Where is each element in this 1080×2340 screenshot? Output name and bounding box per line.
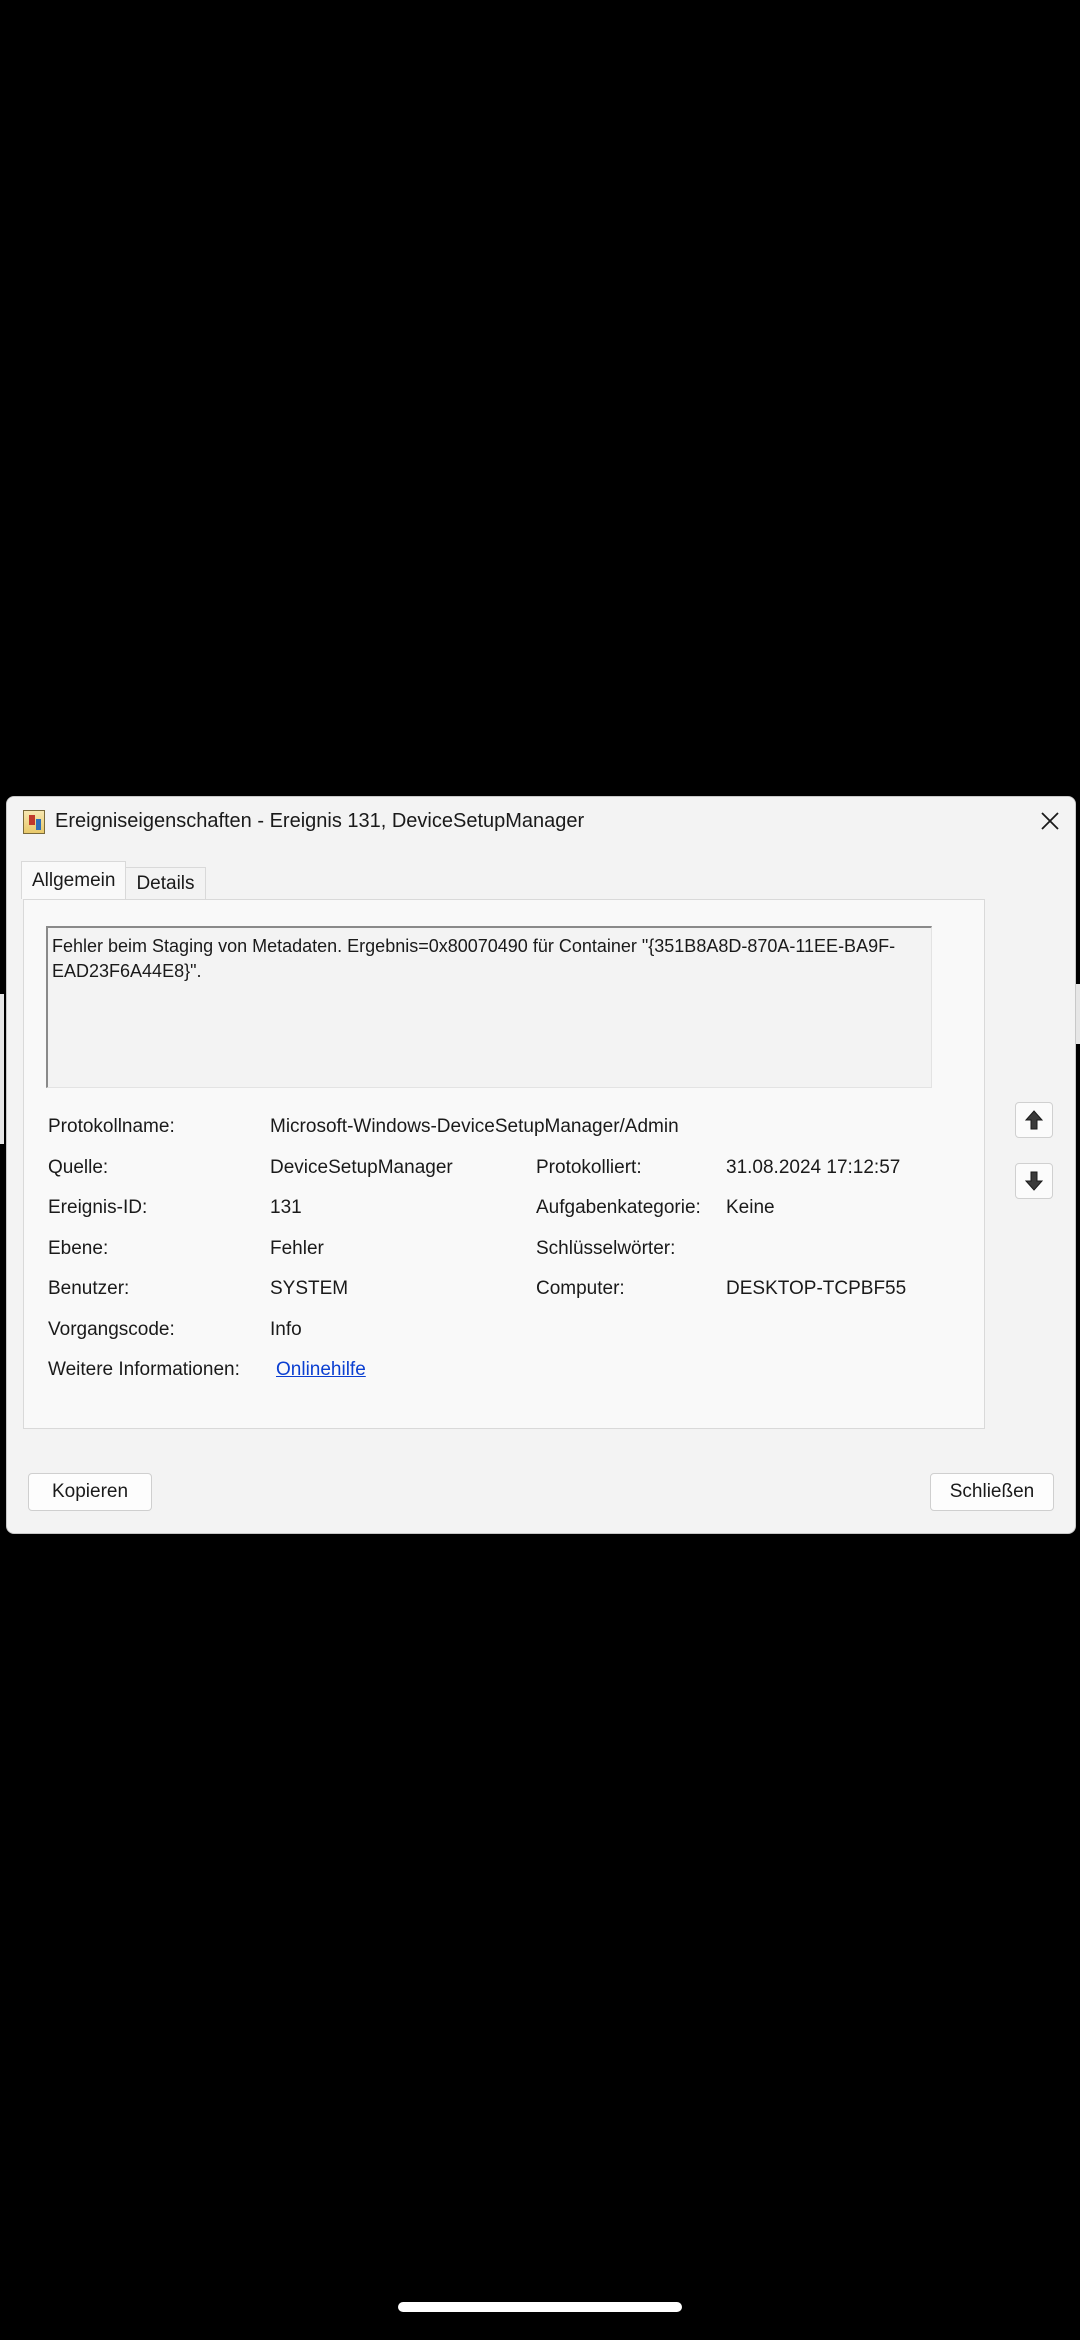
value-benutzer: SYSTEM xyxy=(270,1278,349,1299)
tab-allgemein[interactable]: Allgemein xyxy=(21,861,127,899)
copy-button[interactable]: Kopieren xyxy=(28,1473,152,1511)
event-message-textbox[interactable]: Fehler beim Staging von Metadaten. Ergeb… xyxy=(46,926,932,1088)
label-protokolliert: Protokolliert: xyxy=(536,1157,642,1178)
home-indicator[interactable] xyxy=(398,2302,682,2312)
value-protokolliert: 31.08.2024 17:12:57 xyxy=(726,1157,901,1178)
previous-event-button[interactable] xyxy=(1015,1102,1053,1138)
label-aufgabenkategorie: Aufgabenkategorie: xyxy=(536,1197,701,1218)
label-weitere-informationen: Weitere Informationen: xyxy=(48,1359,240,1380)
label-quelle: Quelle: xyxy=(48,1157,109,1178)
background-window-edge-left xyxy=(0,994,4,1144)
label-vorgangscode: Vorgangscode: xyxy=(48,1319,175,1340)
tab-details[interactable]: Details xyxy=(126,867,206,899)
dialog-title: Ereigniseigenschaften - Ereignis 131, De… xyxy=(55,810,585,832)
arrow-up-icon xyxy=(1024,1110,1044,1130)
label-computer: Computer: xyxy=(536,1278,625,1299)
label-schluesselwoerter: Schlüsselwörter: xyxy=(536,1238,676,1259)
screen: Ereigniseigenschaften - Ereignis 131, De… xyxy=(0,0,1080,2340)
value-protokollname: Microsoft-Windows-DeviceSetupManager/Adm… xyxy=(270,1116,679,1137)
close-button[interactable] xyxy=(1033,804,1067,838)
event-properties-dialog: Ereigniseigenschaften - Ereignis 131, De… xyxy=(6,796,1076,1534)
label-ebene: Ebene: xyxy=(48,1238,109,1259)
label-protokollname: Protokollname: xyxy=(48,1116,175,1137)
label-ereignis-id: Ereignis-ID: xyxy=(48,1197,148,1218)
tab-bar: Allgemein Details xyxy=(21,861,206,899)
value-ereignis-id: 131 xyxy=(270,1197,302,1218)
value-aufgabenkategorie: Keine xyxy=(726,1197,775,1218)
general-panel: Fehler beim Staging von Metadaten. Ergeb… xyxy=(23,899,985,1429)
arrow-down-icon xyxy=(1024,1171,1044,1191)
onlinehilfe-link[interactable]: Onlinehilfe xyxy=(276,1359,366,1381)
value-computer: DESKTOP-TCPBF55 xyxy=(726,1278,907,1299)
value-quelle: DeviceSetupManager xyxy=(270,1157,453,1178)
value-ebene: Fehler xyxy=(270,1238,324,1259)
close-icon xyxy=(1041,812,1059,830)
close-dialog-button[interactable]: Schließen xyxy=(930,1473,1054,1511)
label-benutzer: Benutzer: xyxy=(48,1278,130,1299)
event-viewer-icon xyxy=(23,810,45,834)
value-vorgangscode: Info xyxy=(270,1319,302,1340)
next-event-button[interactable] xyxy=(1015,1163,1053,1199)
background-window-edge-right xyxy=(1076,984,1080,1044)
title-bar: Ereigniseigenschaften - Ereignis 131, De… xyxy=(7,797,1075,847)
